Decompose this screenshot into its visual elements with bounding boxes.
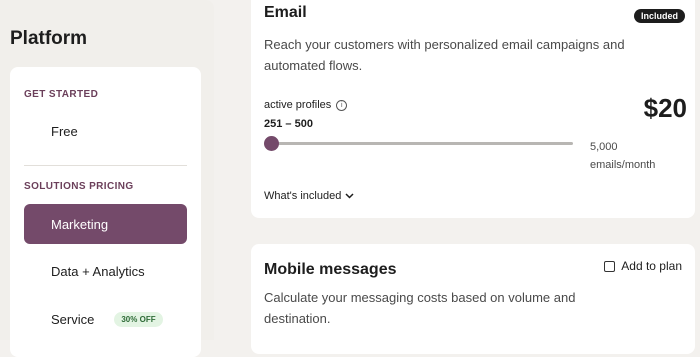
platform-title: Platform (10, 28, 88, 49)
nav-item-label: Free (51, 123, 78, 139)
email-card-description: Reach your customers with personalized e… (264, 37, 625, 73)
nav-item-marketing[interactable]: Marketing (24, 204, 187, 244)
price: $20 (643, 93, 687, 123)
profiles-label: active profiles i (264, 99, 348, 111)
profiles-label-text: active profiles (264, 99, 332, 111)
nav-item-label: Data + Analytics (51, 263, 145, 279)
nav-item-data-analytics[interactable]: Data + Analytics (24, 251, 187, 291)
nav-card: GET STARTED Free SOLUTIONS PRICING Marke… (10, 67, 201, 357)
max-unit: emails/month (590, 159, 656, 171)
nav-item-service[interactable]: Service 30% OFF (24, 299, 187, 339)
section-label-get-started: GET STARTED (24, 89, 99, 100)
left-panel: Platform GET STARTED Free SOLUTIONS PRIC… (0, 0, 214, 357)
mobile-messages-card: Mobile messages Add to plan Calculate yo… (251, 244, 695, 354)
divider (24, 165, 187, 166)
mobile-card-description: Calculate your messaging costs based on … (264, 290, 576, 326)
nav-item-label: Service (51, 311, 95, 327)
slider-track[interactable] (271, 142, 573, 145)
included-badge: Included (633, 9, 685, 23)
add-to-plan-checkbox[interactable]: Add to plan (604, 259, 682, 273)
whats-included-label: What's included (264, 190, 342, 202)
whats-included-toggle[interactable]: What's included (264, 190, 354, 202)
email-card-title: Email (264, 4, 307, 21)
chevron-down-icon (345, 191, 354, 201)
discount-badge: 30% OFF (114, 311, 163, 327)
nav-item-label: Marketing (51, 216, 109, 232)
nav-item-free[interactable]: Free (24, 111, 187, 151)
range-label: 251 – 500 (264, 118, 313, 130)
add-to-plan-label: Add to plan (621, 259, 682, 273)
max-value: 5,000 (590, 141, 618, 153)
section-label-solutions: SOLUTIONS PRICING (24, 181, 134, 192)
checkbox-icon[interactable] (604, 260, 616, 272)
mobile-card-title: Mobile messages (264, 261, 397, 278)
email-card: Email Included Reach your customers with… (251, 0, 695, 218)
info-icon[interactable]: i (336, 99, 348, 111)
slider-thumb[interactable] (264, 136, 279, 151)
